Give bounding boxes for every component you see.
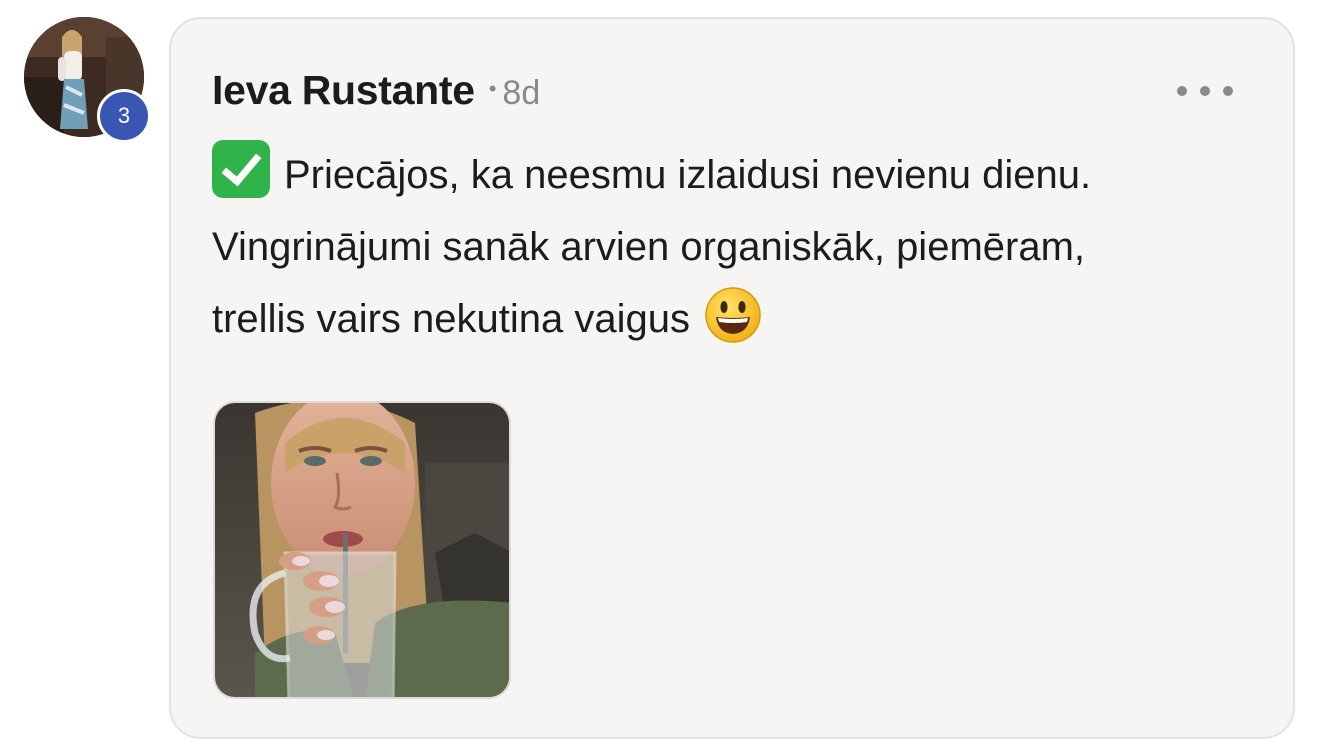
more-horizontal-icon-dot	[1223, 86, 1233, 96]
check-mark-emoji-icon	[212, 140, 270, 198]
post-body: Priecājos, ka neesmu izlaidusi nevienu d…	[212, 139, 1272, 367]
post-attachment-image[interactable]	[213, 401, 511, 699]
attached-photo-thumbnail-icon	[215, 403, 509, 697]
post-timestamp: 8d	[502, 74, 541, 112]
header-separator: •	[488, 76, 497, 101]
more-horizontal-icon-dot	[1200, 86, 1210, 96]
post-body-line-1: Priecājos, ka neesmu izlaidusi nevienu d…	[284, 153, 1092, 197]
author-avatar-wrapper[interactable]: 3	[24, 17, 151, 143]
author-name[interactable]: Ieva Rustante	[212, 67, 475, 114]
post-header: Ieva Rustante • 8d	[212, 67, 540, 114]
more-horizontal-icon-dot	[1177, 86, 1187, 96]
post-body-line-2: Vingrinājumi sanāk arvien organiskāk, pi…	[212, 225, 1086, 269]
post-card: Ieva Rustante • 8d Priecājos, ka neesmu …	[169, 17, 1295, 739]
smiley-emoji-icon	[704, 286, 762, 367]
post-body-line-3: trellis vairs nekutina vaigus	[212, 297, 690, 341]
more-options-button[interactable]	[1177, 77, 1233, 105]
level-badge: 3	[97, 89, 151, 143]
